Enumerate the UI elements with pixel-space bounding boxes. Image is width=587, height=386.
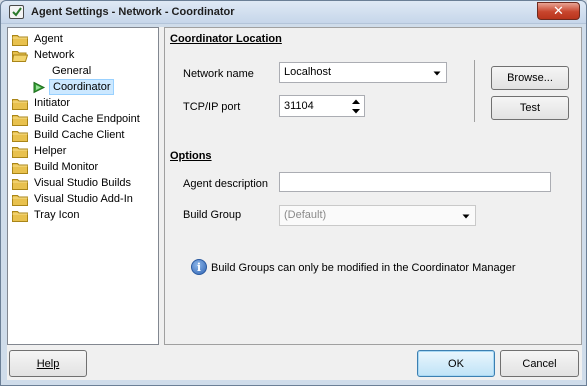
tree-item-visual-studio-add-in[interactable]: Visual Studio Add-In [12,191,136,207]
folder-icon [12,193,28,206]
tcp-port-label: TCP/IP port [183,101,241,113]
folder-icon [12,129,28,142]
help-button-label: Help [36,357,60,370]
folder-icon [12,113,28,126]
info-icon: i [191,259,207,275]
network-name-combo[interactable]: Localhost [279,62,447,83]
agent-description-input[interactable] [279,172,551,192]
close-icon: ✕ [553,3,564,19]
chevron-down-icon [462,214,470,219]
tree-item-label: Build Cache Endpoint [34,113,140,125]
tree-item-label: General [52,65,92,77]
help-button[interactable]: Help [9,350,87,377]
folder-icon [12,97,28,110]
tree-item-build-cache-client[interactable]: Build Cache Client [12,127,128,143]
close-button[interactable]: ✕ [537,2,580,20]
coordinator-location-heading: Coordinator Location [170,33,282,45]
open-folder-icon [11,49,29,62]
test-button[interactable]: Test [491,96,569,120]
tree-item-label: Build Cache Client [34,129,125,141]
tree-item-network[interactable]: Network [11,47,77,63]
tree-item-helper[interactable]: Helper [12,143,69,159]
ok-button[interactable]: OK [417,350,495,377]
network-name-value: Localhost [284,66,332,78]
dialog-client: Agent Network General Coordinator Initia… [7,27,582,380]
tree-item-label: Agent [34,33,63,45]
folder-icon [12,209,28,222]
tree-item-label: Visual Studio Builds [34,177,132,189]
tree-item-initiator[interactable]: Initiator [12,95,73,111]
build-group-label: Build Group [183,209,242,221]
agent-description-label: Agent description [183,178,268,190]
chevron-down-icon [433,71,441,76]
vertical-divider [474,60,475,122]
tree-item-label: Coordinator [49,79,115,95]
tree-item-label: Tray Icon [34,209,80,221]
dialog-button-bar: Help OK Cancel [7,345,582,380]
network-name-label: Network name [183,68,254,80]
title-bar[interactable]: Agent Settings - Network - Coordinator ✕ [1,1,586,24]
tcp-port-value: 31104 [284,100,314,112]
tree-item-tray-icon[interactable]: Tray Icon [12,207,82,223]
folder-icon [12,161,28,174]
cancel-button[interactable]: Cancel [500,350,579,377]
tree-item-build-cache-endpoint[interactable]: Build Cache Endpoint [12,111,143,127]
coordinator-settings-panel: Coordinator Location Network name Localh… [164,27,582,345]
folder-icon [12,33,28,46]
folder-icon [12,177,28,190]
spin-down-icon[interactable] [350,107,362,116]
tcp-port-spinner[interactable]: 31104 [279,95,365,117]
tree-item-agent[interactable]: Agent [12,31,66,47]
options-heading: Options [170,150,212,162]
window-title: Agent Settings - Network - Coordinator [31,6,235,18]
tree-item-build-monitor[interactable]: Build Monitor [12,159,101,175]
play-arrow-icon [32,81,46,94]
folder-icon [12,145,28,158]
tree-item-visual-studio-builds[interactable]: Visual Studio Builds [12,175,134,191]
tree-item-general[interactable]: General [49,63,94,79]
spin-up-icon[interactable] [350,97,362,106]
tree-item-label: Helper [34,145,67,157]
checkbox-app-icon [9,5,24,19]
tree-item-label: Initiator [34,97,71,109]
tree-item-label: Network [34,49,75,61]
build-group-value: (Default) [284,209,327,221]
build-group-combo[interactable]: (Default) [279,205,476,226]
tree-item-label: Build Monitor [34,161,99,173]
tree-item-label: Visual Studio Add-In [34,193,133,205]
info-message: Build Groups can only be modified in the… [211,262,516,274]
settings-tree[interactable]: Agent Network General Coordinator Initia… [7,27,159,345]
browse-button[interactable]: Browse... [491,66,569,90]
agent-settings-window: Agent Settings - Network - Coordinator ✕… [0,0,587,386]
tree-item-coordinator[interactable]: Coordinator [32,79,115,95]
